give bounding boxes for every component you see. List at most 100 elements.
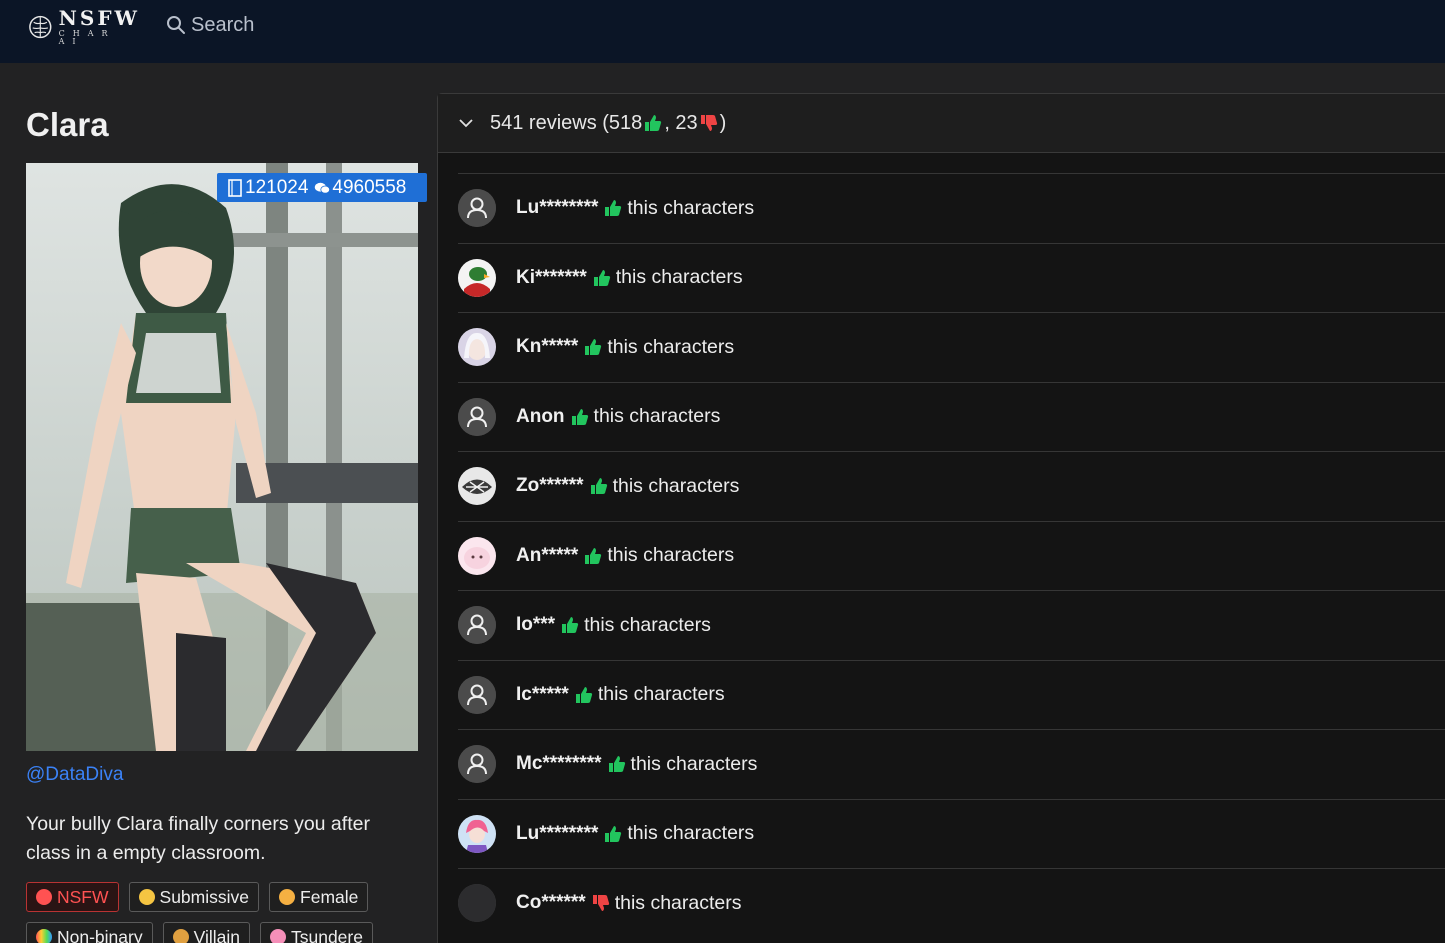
thumbs-up-icon [562, 617, 579, 634]
thumbs-up-icon [593, 269, 610, 286]
review-row: An***** this characters [458, 520, 1445, 591]
default-user-icon [458, 745, 496, 784]
reviews-panel: 541 reviews (518 , 23 ) Lu******** this … [437, 93, 1445, 943]
rainbow-icon [36, 929, 52, 943]
book-icon [227, 178, 243, 197]
reviews-summary: 541 reviews (518 , 23 ) [490, 112, 726, 135]
blossom-icon [269, 929, 286, 943]
submissive-emoji-icon [138, 889, 155, 905]
review-row: Co****** this characters [458, 868, 1445, 938]
reviews-summary-prefix: 541 reviews (518 [490, 111, 643, 134]
brain-logo-icon [29, 15, 52, 39]
reviewer-avatar[interactable] [458, 258, 496, 297]
reviewer-avatar[interactable] [458, 467, 496, 506]
thumbs-down-icon [592, 895, 609, 912]
tag-label: NSFW [57, 886, 109, 907]
reviewer-avatar[interactable] [458, 397, 496, 436]
reviewer-name[interactable]: Lu******** [516, 823, 598, 845]
thumbs-up-icon [590, 478, 607, 495]
pink-avatar-icon [458, 536, 496, 575]
review-text: this characters [612, 474, 740, 497]
review-text: this characters [597, 683, 725, 706]
reviewer-name[interactable]: An***** [516, 545, 578, 567]
search-button[interactable]: Search [166, 12, 254, 38]
reviewer-avatar[interactable] [458, 884, 496, 923]
chevron-down-icon [459, 119, 473, 128]
sketch-avatar-icon [458, 467, 496, 506]
default-user-icon [458, 675, 496, 714]
tag-female[interactable]: Female [269, 882, 369, 912]
reviewer-avatar[interactable] [458, 606, 496, 645]
review-row: Anon this characters [458, 381, 1445, 452]
review-text: this characters [614, 891, 742, 914]
reviewer-name[interactable]: Ic***** [516, 684, 569, 706]
vote-up [571, 408, 589, 426]
thumbs-up-icon [645, 115, 662, 131]
reviewer-avatar[interactable] [458, 189, 496, 228]
vote-down [592, 894, 610, 912]
vote-up [590, 477, 608, 495]
reviewer-name[interactable]: Ki******* [516, 267, 587, 289]
reviews-summary-suffix: ) [719, 111, 727, 134]
thumbs-up-icon [605, 200, 622, 217]
reviews-accordion-toggle[interactable]: 541 reviews (518 , 23 ) [438, 94, 1445, 153]
review-row: Mc******** this characters [458, 729, 1445, 799]
tag-list: NSFW Submissive Female Non-binary Villai… [26, 882, 426, 943]
reviewer-name[interactable]: Kn***** [516, 336, 578, 358]
reviews-summary-mid: , 23 [664, 111, 698, 134]
reviewer-name[interactable]: Co****** [516, 892, 586, 914]
vote-up [584, 547, 602, 565]
thumbs-up-icon [605, 825, 622, 842]
tag-label: Female [300, 886, 359, 907]
review-text: this characters [607, 544, 735, 567]
review-row: Io*** this characters [458, 590, 1445, 660]
creator-link[interactable]: @DataDiva [26, 764, 123, 786]
reviewer-name[interactable]: Io*** [516, 614, 555, 636]
site-logo[interactable]: NSFW CHAR AI [28, 6, 146, 46]
thumbs-up-icon [585, 547, 602, 564]
character-name: Clara [26, 106, 109, 143]
reviewer-avatar[interactable] [458, 328, 496, 367]
reviewer-name[interactable]: Anon [516, 406, 565, 428]
review-row: Zo****** this characters [458, 451, 1445, 521]
villain-emoji-icon [172, 929, 189, 943]
tag-label: Non-binary [57, 926, 143, 943]
review-text: this characters [615, 266, 743, 289]
tag-submissive[interactable]: Submissive [128, 882, 260, 912]
tag-villain[interactable]: Villain [162, 922, 250, 943]
thumbs-up-icon [608, 756, 625, 773]
reviewer-name[interactable]: Mc******** [516, 753, 602, 775]
tag-tsundere[interactable]: Tsundere [259, 922, 373, 943]
top-navbar: NSFW CHAR AI Search [0, 0, 1445, 63]
review-text: this characters [627, 196, 755, 219]
character-stats-badge: 121024 4960558 [217, 173, 427, 202]
logo-main-text: NSFW [58, 6, 140, 30]
vote-up [608, 755, 626, 773]
reviewer-avatar[interactable] [458, 675, 496, 714]
default-user-icon [458, 397, 496, 436]
tag-label: Submissive [159, 886, 250, 907]
anime-avatar-icon [458, 328, 496, 367]
review-row: Kn***** this characters [458, 312, 1445, 382]
default-user-icon [458, 606, 496, 645]
review-row: Lu******** this characters [458, 798, 1445, 869]
thumbs-up-icon [575, 686, 592, 703]
logo-sub-text: CHAR AI [58, 29, 116, 46]
character-description: Your bully Clara finally corners you aft… [26, 813, 370, 864]
review-row: Lu******** this characters [458, 173, 1445, 243]
reviewer-avatar[interactable] [458, 814, 496, 853]
token-count: 121024 [245, 176, 309, 198]
vote-up [604, 825, 622, 843]
reviewer-avatar[interactable] [458, 745, 496, 784]
vote-up [604, 199, 622, 217]
tag-non-binary[interactable]: Non-binary [26, 922, 153, 943]
reviewer-name[interactable]: Lu******** [516, 197, 598, 219]
vote-up [593, 269, 611, 287]
reviewer-avatar[interactable] [458, 536, 496, 575]
thumbs-down-icon [700, 115, 717, 131]
reviewer-name[interactable]: Zo****** [516, 475, 584, 497]
review-text: this characters [630, 752, 758, 775]
character-portrait [26, 163, 418, 751]
tag-nsfw[interactable]: NSFW [26, 882, 119, 912]
tag-label: Tsundere [290, 926, 363, 943]
